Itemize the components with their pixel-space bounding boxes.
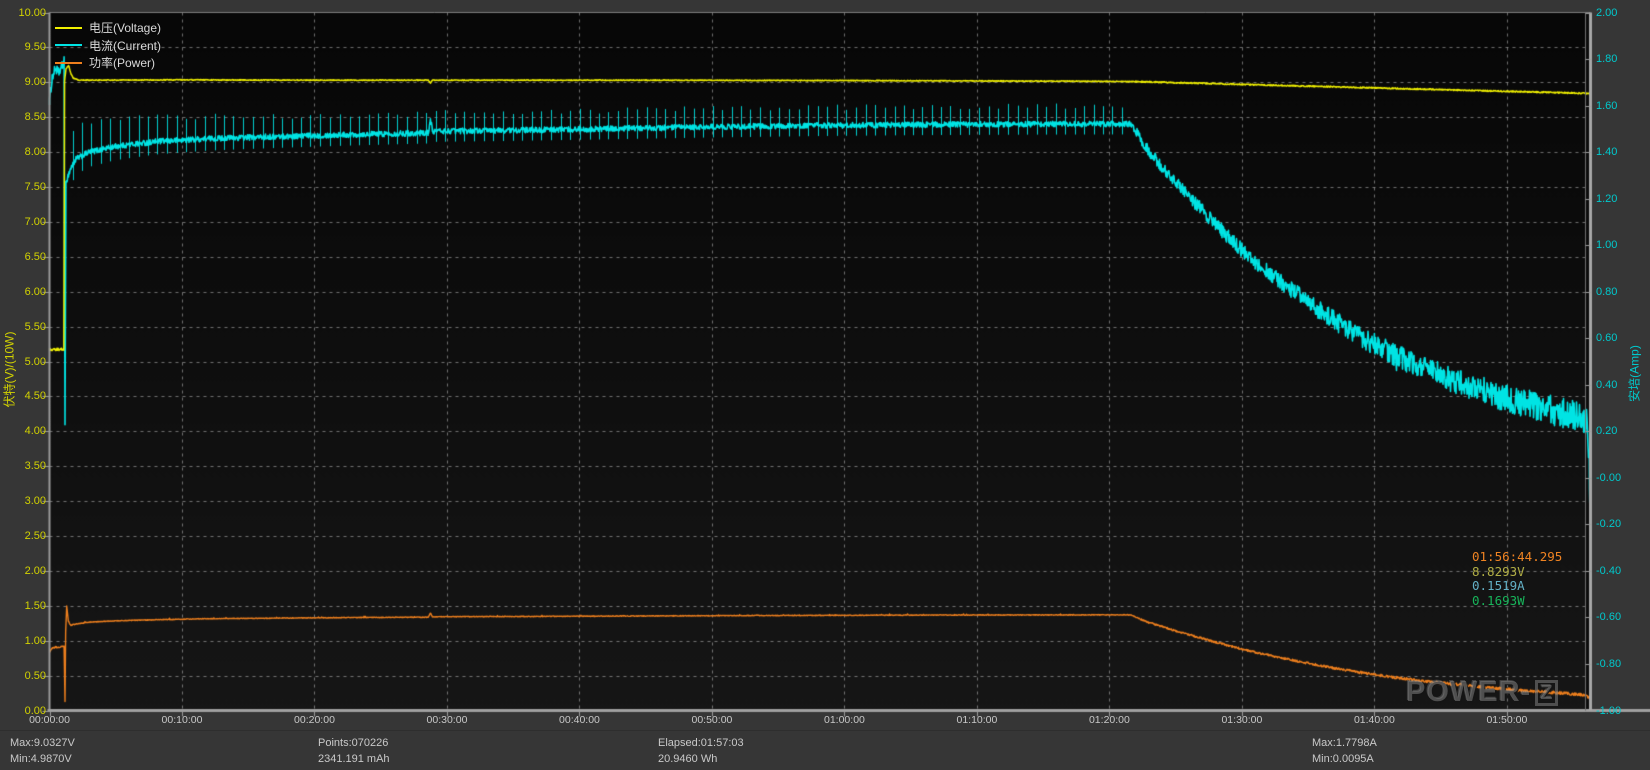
readout-time: 01:56:44.295 xyxy=(1472,550,1562,565)
left-axis-title: 伏特(V)/(10W) xyxy=(1,320,18,420)
left-tick-label: 2.00 xyxy=(0,564,46,578)
energy-wh: 20.9460 Wh xyxy=(658,751,744,767)
legend-item-voltage[interactable]: 电压(Voltage) xyxy=(55,19,161,37)
elapsed-time: Elapsed:01:57:03 xyxy=(658,735,744,751)
right-tick-label: 1.80 xyxy=(1596,52,1617,66)
right-tick-label: -0.60 xyxy=(1596,610,1621,624)
left-tick-label: 7.50 xyxy=(0,180,46,194)
x-tick-label: 00:40:00 xyxy=(559,713,600,727)
x-tick-label: 01:50:00 xyxy=(1486,713,1527,727)
right-tick-label: 0.80 xyxy=(1596,285,1617,299)
chart-plot-area[interactable] xyxy=(0,0,1650,770)
left-tick-label: 0.50 xyxy=(0,669,46,683)
x-tick-label: 00:50:00 xyxy=(692,713,733,727)
status-bar: Max:9.0327V Min:4.9870V Points:070226 23… xyxy=(0,730,1650,770)
left-tick-label: 2.50 xyxy=(0,529,46,543)
right-tick-label: -1.00 xyxy=(1596,704,1621,718)
left-tick-label: 6.00 xyxy=(0,285,46,299)
right-tick-label: 2.00 xyxy=(1596,6,1617,20)
right-tick-label: 0.60 xyxy=(1596,331,1617,345)
legend-item-current[interactable]: 电流(Current) xyxy=(55,37,161,55)
left-tick-label: 7.00 xyxy=(0,215,46,229)
x-tick-label: 01:40:00 xyxy=(1354,713,1395,727)
current-stats: Max:1.7798A Min:0.0095A xyxy=(1312,735,1377,767)
left-tick-label: 9.50 xyxy=(0,40,46,54)
right-tick-label: -0.00 xyxy=(1596,471,1621,485)
x-tick-label: 01:20:00 xyxy=(1089,713,1130,727)
powerz-logger-window: 10.009.509.008.508.007.507.006.506.005.5… xyxy=(0,0,1650,770)
left-tick-label: 1.50 xyxy=(0,599,46,613)
legend-label: 电流(Current) xyxy=(89,37,161,54)
left-tick-label: 3.50 xyxy=(0,459,46,473)
right-tick-label: 0.40 xyxy=(1596,378,1617,392)
right-tick-label: 1.60 xyxy=(1596,99,1617,113)
sample-stats: Points:070226 2341.191 mAh xyxy=(318,735,390,767)
left-tick-label: 4.00 xyxy=(0,424,46,438)
points-count: Points:070226 xyxy=(318,735,390,751)
current-min: Min:0.0095A xyxy=(1312,751,1377,767)
right-tick-label: 1.20 xyxy=(1596,192,1617,206)
current-max: Max:1.7798A xyxy=(1312,735,1377,751)
x-tick-label: 01:10:00 xyxy=(956,713,997,727)
powerz-watermark: POWER-Z xyxy=(1406,676,1558,709)
left-tick-label: 3.00 xyxy=(0,494,46,508)
readout-power: 0.1693W xyxy=(1472,594,1562,609)
left-tick-label: 10.00 xyxy=(0,6,46,20)
right-tick-label: 1.00 xyxy=(1596,238,1617,252)
legend-label: 功率(Power) xyxy=(89,54,155,71)
left-tick-label: 1.00 xyxy=(0,634,46,648)
left-tick-label: 8.50 xyxy=(0,110,46,124)
powerz-logo-z: Z xyxy=(1535,680,1558,706)
right-tick-label: -0.80 xyxy=(1596,657,1621,671)
voltage-line-swatch xyxy=(55,27,82,29)
left-tick-label: 8.00 xyxy=(0,145,46,159)
legend-label: 电压(Voltage) xyxy=(89,19,161,36)
right-tick-label: -0.40 xyxy=(1596,564,1621,578)
voltage-max: Max:9.0327V xyxy=(10,735,75,751)
voltage-min: Min:4.9870V xyxy=(10,751,75,767)
power-line-swatch xyxy=(55,62,82,64)
x-tick-label: 00:20:00 xyxy=(294,713,335,727)
legend: 电压(Voltage) 电流(Current) 功率(Power) xyxy=(55,19,161,72)
x-tick-label: 00:00:00 xyxy=(29,713,70,727)
right-tick-label: -0.20 xyxy=(1596,517,1621,531)
x-tick-label: 01:30:00 xyxy=(1221,713,1262,727)
capacity-mah: 2341.191 mAh xyxy=(318,751,390,767)
readout-current: 0.1519A xyxy=(1472,579,1562,594)
left-tick-label: 6.50 xyxy=(0,250,46,264)
x-tick-label: 01:00:00 xyxy=(824,713,865,727)
right-tick-label: 0.20 xyxy=(1596,424,1617,438)
voltage-stats: Max:9.0327V Min:4.9870V xyxy=(10,735,75,767)
cursor-readout: 01:56:44.295 8.8293V 0.1519A 0.1693W xyxy=(1472,550,1562,608)
right-axis-title: 安培(Amp) xyxy=(1626,336,1643,412)
time-energy-stats: Elapsed:01:57:03 20.9460 Wh xyxy=(658,735,744,767)
legend-item-power[interactable]: 功率(Power) xyxy=(55,54,161,72)
x-tick-label: 00:10:00 xyxy=(162,713,203,727)
left-tick-label: 9.00 xyxy=(0,75,46,89)
x-tick-label: 00:30:00 xyxy=(427,713,468,727)
current-line-swatch xyxy=(55,44,82,46)
right-tick-label: 1.40 xyxy=(1596,145,1617,159)
readout-voltage: 8.8293V xyxy=(1472,565,1562,580)
